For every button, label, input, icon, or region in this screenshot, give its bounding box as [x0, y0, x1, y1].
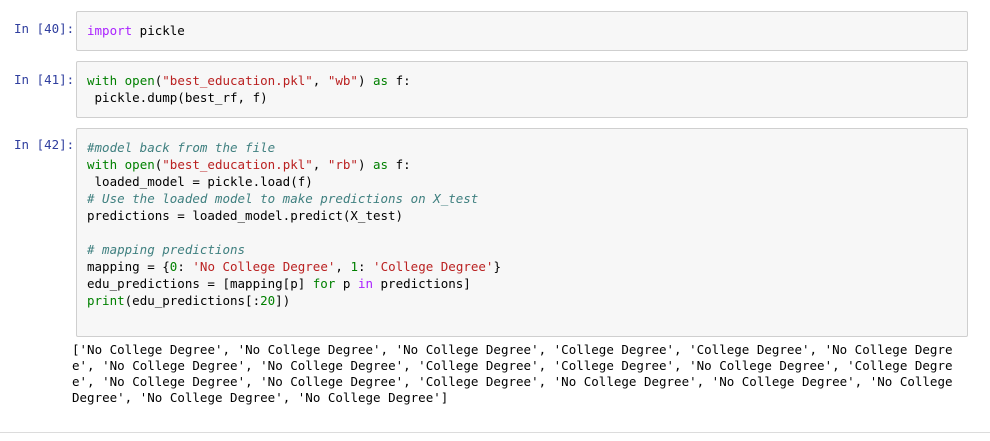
code-token: :	[357, 259, 374, 274]
code-token: ])	[275, 293, 291, 308]
code-token: predictions = loaded_model.predict(X_tes…	[87, 208, 404, 223]
cell-40-prompt: In [40]:	[14, 21, 75, 36]
code-token: open	[124, 73, 155, 88]
code-token: # Use the loaded model to make predictio…	[87, 191, 479, 206]
code-token: as	[373, 73, 389, 88]
code-token: as	[373, 157, 389, 172]
code-token: 1	[350, 259, 358, 274]
code-token: with	[87, 157, 118, 172]
code-token: # mapping predictions	[87, 242, 246, 257]
code-token: open	[124, 157, 155, 172]
code-line: import pickle	[87, 22, 185, 39]
code-token: loaded_model = pickle.load(f)	[87, 174, 313, 189]
code-token: in	[357, 276, 373, 291]
code-token: #model back from the file	[87, 140, 276, 155]
code-line: # Use the loaded model to make predictio…	[87, 190, 501, 207]
code-token: with	[87, 73, 118, 88]
code-token: 'No College Degree'	[192, 259, 336, 274]
cell-42-code: #model back from the file with open("best…	[87, 139, 501, 309]
cell-41-prompt: In [41]:	[14, 72, 75, 87]
code-token: predictions]	[373, 276, 471, 291]
code-line: edu_predictions = [mapping[p] for p in p…	[87, 275, 501, 292]
code-token: )	[357, 73, 374, 88]
code-line: mapping = {0: 'No College Degree', 1: 'C…	[87, 258, 501, 275]
code-line: loaded_model = pickle.load(f)	[87, 173, 501, 190]
code-token: p	[335, 276, 358, 291]
code-token: 20	[260, 293, 276, 308]
code-token: "best_education.pkl"	[162, 157, 313, 172]
code-token: pickle	[132, 23, 185, 38]
code-token: for	[312, 276, 336, 291]
code-line: with open("best_education.pkl", "rb") as…	[87, 156, 501, 173]
cell-41-code: with open("best_education.pkl", "wb") as…	[87, 72, 411, 106]
divider	[0, 432, 990, 433]
code-token: print	[87, 293, 125, 308]
code-token: f:	[388, 73, 411, 88]
code-token: "best_education.pkl"	[162, 73, 313, 88]
code-token: :	[177, 259, 193, 274]
code-line: print(edu_predictions[:20])	[87, 292, 501, 309]
code-token: ,	[312, 157, 328, 172]
code-line: predictions = loaded_model.predict(X_tes…	[87, 207, 501, 224]
code-token: edu_predictions = [mapping[p]	[87, 276, 313, 291]
cell-42-prompt: In [42]:	[14, 137, 75, 152]
code-token: mapping = {	[87, 259, 170, 274]
code-token: f:	[388, 157, 411, 172]
cell-40-code: import pickle	[87, 22, 185, 39]
code-token: ,	[312, 73, 328, 88]
code-token: pickle.dump(best_rf, f)	[87, 90, 268, 105]
code-token: import	[87, 23, 133, 38]
code-token: "rb"	[327, 157, 358, 172]
cell-42-output: ['No College Degree', 'No College Degree…	[72, 342, 961, 405]
code-token: )	[357, 157, 374, 172]
code-token: (edu_predictions[:	[124, 293, 261, 308]
code-cell-40[interactable]	[76, 11, 968, 51]
code-token: }	[493, 259, 501, 274]
code-token: "wb"	[327, 73, 358, 88]
code-line: pickle.dump(best_rf, f)	[87, 89, 411, 106]
code-line: with open("best_education.pkl", "wb") as…	[87, 72, 411, 89]
code-token: 'College Degree'	[373, 259, 494, 274]
code-line: # mapping predictions	[87, 241, 501, 258]
code-line: #model back from the file	[87, 139, 501, 156]
code-token: ,	[335, 259, 351, 274]
